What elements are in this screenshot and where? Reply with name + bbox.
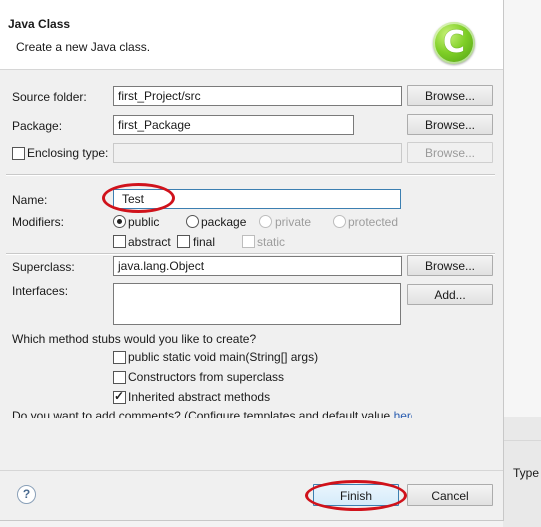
abstract-label: abstract [128, 235, 171, 249]
separator [6, 174, 495, 176]
finish-button[interactable]: Finish [313, 484, 399, 506]
interfaces-label: Interfaces: [12, 284, 69, 298]
final-label: final [193, 235, 216, 249]
source-folder-browse-button[interactable]: Browse... [407, 85, 493, 106]
package-modifier-label: package [201, 215, 247, 229]
name-value: Test [122, 192, 145, 206]
dialog-header: Java Class Create a new Java class. C [0, 0, 503, 70]
help-icon[interactable]: ? [17, 485, 36, 504]
interfaces-list[interactable] [113, 283, 401, 325]
logo-letter: C [442, 25, 466, 60]
dialog-title: Java Class [8, 17, 71, 31]
abstract-checkbox[interactable] [113, 235, 126, 248]
new-java-class-dialog: Java Class Create a new Java class. C So… [0, 0, 504, 521]
background-type-label: Type [513, 466, 540, 480]
superclass-label: Superclass: [12, 260, 75, 274]
static-label: static [257, 235, 286, 249]
static-checkbox[interactable] [242, 235, 255, 248]
final-checkbox[interactable] [177, 235, 190, 248]
enclosing-type-checkbox[interactable] [12, 147, 25, 160]
source-folder-label: Source folder: [12, 90, 87, 104]
private-radio[interactable] [259, 215, 272, 228]
main-method-checkbox[interactable] [113, 351, 126, 364]
modifiers-label: Modifiers: [12, 215, 65, 229]
name-label: Name: [12, 193, 48, 207]
package-browse-button[interactable]: Browse... [407, 114, 493, 135]
interfaces-add-button[interactable]: Add... [407, 284, 493, 305]
cancel-button[interactable]: Cancel [407, 484, 493, 506]
main-method-label: public static void main(String[] args) [128, 350, 319, 364]
superclass-browse-button[interactable]: Browse... [407, 255, 493, 276]
source-folder-input[interactable]: first_Project/src [113, 86, 402, 106]
constructors-checkbox[interactable] [113, 371, 126, 384]
enclosing-type-browse-button[interactable]: Browse... [407, 142, 493, 163]
public-radio[interactable] [113, 215, 126, 228]
protected-radio[interactable] [333, 215, 346, 228]
footer-separator [0, 470, 503, 471]
superclass-input[interactable]: java.lang.Object [113, 256, 402, 276]
configure-templates-link[interactable]: here) [394, 409, 412, 418]
enclosing-type-label: Enclosing type: [27, 146, 109, 160]
package-radio[interactable] [186, 215, 199, 228]
comments-question: Do you want to add comments? (Configure … [12, 409, 412, 418]
package-label: Package: [12, 119, 63, 133]
checkmark-icon: ✓ [114, 389, 125, 403]
constructors-label: Constructors from superclass [128, 370, 285, 384]
package-input[interactable]: first_Package [113, 115, 354, 135]
dialog-description: Create a new Java class. [16, 40, 151, 54]
private-label: private [275, 215, 312, 229]
java-class-logo-icon: C [433, 22, 475, 64]
method-stubs-question: Which method stubs would you like to cre… [12, 332, 257, 346]
public-label: public [128, 215, 160, 229]
protected-label: protected [348, 215, 399, 229]
background-window [503, 0, 541, 417]
inherited-methods-checkbox[interactable]: ✓ [113, 389, 126, 404]
comments-text: Do you want to add comments? (Configure … [12, 409, 394, 418]
enclosing-type-input[interactable] [113, 143, 402, 163]
inherited-methods-label: Inherited abstract methods [128, 390, 271, 404]
name-input[interactable]: Test [113, 189, 401, 209]
